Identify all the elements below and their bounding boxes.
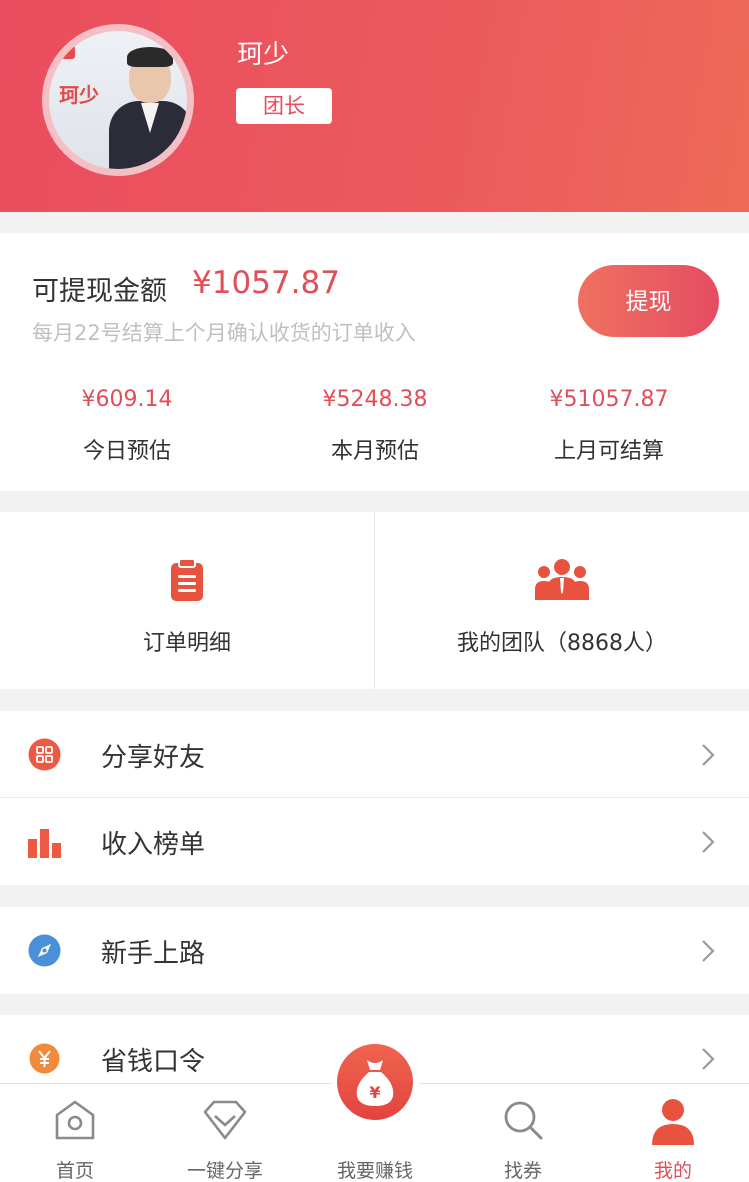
- tab-home[interactable]: 首页: [0, 1084, 150, 1182]
- clipboard-icon: [169, 558, 205, 606]
- user-icon: [650, 1098, 696, 1150]
- profile-header: 珂少 珂少 团长: [0, 0, 749, 212]
- tab-label: 一键分享: [186, 1160, 263, 1182]
- tab-label: 首页: [55, 1160, 94, 1182]
- stat-value: ¥51057.87: [549, 387, 669, 412]
- stat-label: 上月可结算: [553, 439, 664, 464]
- my-team-label: 我的团队（8868人）: [457, 631, 667, 656]
- menu-item-label: 省钱口令: [101, 1047, 206, 1077]
- search-icon: [501, 1098, 545, 1146]
- stat-today: ¥609.14 今日预估: [2, 383, 252, 465]
- withdraw-button[interactable]: 提现: [578, 265, 719, 337]
- username: 珂少: [237, 40, 290, 70]
- stat-last-month: ¥51057.87 上月可结算: [484, 383, 734, 465]
- tab-label: 找券: [503, 1160, 542, 1182]
- avatar-person-hair: [127, 47, 173, 67]
- menu-item-label: 分享好友: [101, 743, 206, 773]
- team-icon: [535, 558, 589, 604]
- tab-find-coupons[interactable]: 找券: [448, 1084, 598, 1182]
- menu-group: 新手上路: [0, 907, 749, 994]
- home-icon: [53, 1098, 97, 1146]
- avatar-photo: 珂少: [49, 31, 187, 169]
- stat-label: 今日预估: [82, 439, 171, 464]
- balance-label: 可提现金额: [32, 276, 167, 307]
- tab-me[interactable]: 我的: [598, 1084, 748, 1182]
- balance-card: 可提现金额 ¥1057.87 每月22号结算上个月确认收货的订单收入 提现 ¥6…: [0, 233, 749, 491]
- my-team-button[interactable]: 我的团队（8868人）: [375, 512, 749, 689]
- menu-item-label: 收入榜单: [101, 830, 206, 860]
- tab-label: 我的: [653, 1160, 692, 1182]
- svg-text:¥: ¥: [369, 1083, 380, 1102]
- chevron-right-icon: [693, 1045, 721, 1073]
- stat-value: ¥5248.38: [322, 387, 428, 412]
- bottom-tab-bar: 首页 一键分享 ¥ 我要赚钱 找券 我的: [0, 1044, 749, 1182]
- tab-earn-money[interactable]: ¥ 我要赚钱: [300, 1044, 450, 1182]
- menu-item-share-friends[interactable]: 分享好友: [0, 711, 749, 798]
- share-icon: [28, 738, 61, 771]
- stat-label: 本月预估: [330, 439, 419, 464]
- earnings-stats: ¥609.14 今日预估 ¥5248.38 本月预估 ¥51057.87 上月可…: [0, 383, 749, 473]
- menu-item-label: 新手上路: [101, 939, 206, 969]
- avatar-caption: 珂少: [59, 83, 99, 107]
- stat-value: ¥609.14: [81, 387, 173, 412]
- stat-this-month: ¥5248.38 本月预估: [250, 383, 500, 465]
- balance-note: 每月22号结算上个月确认收货的订单收入: [32, 321, 416, 345]
- chart-icon: [28, 825, 61, 858]
- diamond-icon: [202, 1098, 248, 1146]
- menu-item-beginner-guide[interactable]: 新手上路: [0, 907, 749, 994]
- balance-value: ¥1057.87: [192, 265, 340, 301]
- menu-group: 分享好友 收入榜单: [0, 711, 749, 885]
- money-bag-button[interactable]: ¥: [337, 1044, 413, 1120]
- chevron-right-icon: [693, 741, 721, 769]
- compass-icon: [28, 934, 61, 967]
- menu-item-income-ranking[interactable]: 收入榜单: [0, 798, 749, 885]
- logo-mark: [61, 45, 75, 59]
- role-badge: 团长: [236, 88, 332, 124]
- order-details-button[interactable]: 订单明细: [0, 512, 375, 689]
- tab-label: 我要赚钱: [336, 1160, 413, 1182]
- order-details-label: 订单明细: [142, 631, 231, 656]
- chevron-right-icon: [693, 937, 721, 965]
- tab-one-click-share[interactable]: 一键分享: [150, 1084, 300, 1182]
- quick-actions: 订单明细 我的团队（8868人）: [0, 512, 749, 689]
- yen-icon: [28, 1042, 61, 1075]
- money-bag-icon: ¥: [353, 1056, 397, 1112]
- avatar[interactable]: 珂少: [42, 24, 194, 176]
- chevron-right-icon: [693, 828, 721, 856]
